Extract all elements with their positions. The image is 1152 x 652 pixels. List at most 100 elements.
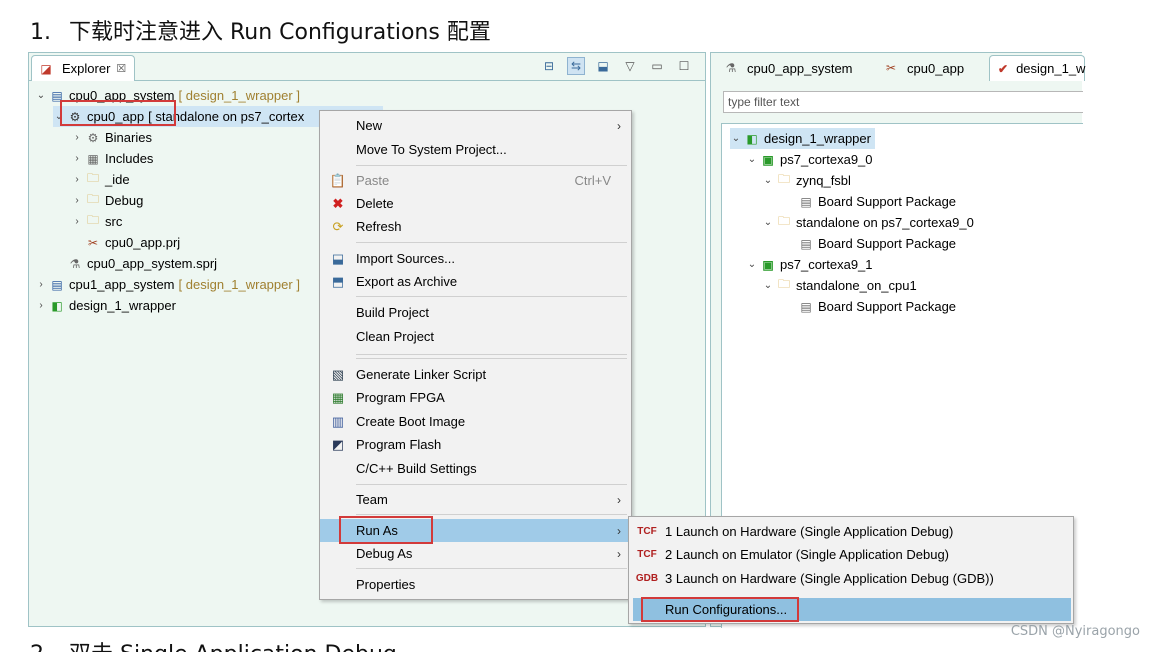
tree-item[interactable]: › ⚙ Binaries <box>71 127 152 148</box>
chevron-down-icon[interactable]: ⌄ <box>746 154 758 165</box>
folder-icon: 🗀 <box>86 213 99 227</box>
tree-item[interactable]: ▤ Board Support Package <box>796 296 956 317</box>
tree-item[interactable]: › ◧ design_1_wrapper <box>35 295 176 316</box>
menu-item-launch-hardware-gdb[interactable]: GDB 3 Launch on Hardware (Single Applica… <box>629 567 1073 590</box>
delete-icon: ✖ <box>332 195 344 211</box>
chevron-right-icon: › <box>617 492 621 507</box>
cpu-icon: ▣ <box>762 152 774 167</box>
chevron-down-icon[interactable]: ⌄ <box>730 133 742 144</box>
minimize-icon[interactable]: ▭ <box>648 57 666 75</box>
menu-item-paste[interactable]: 📋 Paste Ctrl+V <box>320 169 631 192</box>
menu-item-properties[interactable]: Properties <box>320 573 631 596</box>
tree-item[interactable]: › 🗀 src <box>71 211 122 232</box>
chevron-right-icon: › <box>617 546 621 561</box>
doc-icon: ▤ <box>800 299 812 314</box>
tree-item[interactable]: › 🗀 _ide <box>71 169 129 190</box>
folder-icon: 🗀 <box>777 214 790 228</box>
chevron-down-icon[interactable]: ⌄ <box>762 175 774 186</box>
boot-image-icon: ▥ <box>331 413 345 429</box>
tree-item[interactable]: ⌄ ▣ ps7_cortexa9_0 <box>746 149 873 170</box>
instruction-heading: 1. 下载时注意进入 Run Configurations 配置 <box>30 14 491 46</box>
watermark: CSDN @Nyiragongo <box>1010 624 1140 639</box>
chevron-right-icon[interactable]: › <box>71 174 83 185</box>
tcf-launch-icon: TCF <box>637 549 657 560</box>
menu-separator <box>356 514 627 515</box>
tree-item[interactable]: ▤ Board Support Package <box>796 233 956 254</box>
menu-item-export-archive[interactable]: ⬒ Export as Archive <box>320 270 631 293</box>
heading2-text: 双击 Single Application Debug <box>69 642 397 652</box>
tree-item[interactable]: ⚗ cpu0_app_system.sprj <box>65 253 217 274</box>
menu-separator <box>356 296 627 297</box>
tab-cpu0-app[interactable]: ✂ cpu0_app <box>875 55 985 81</box>
menu-item-clean-project[interactable]: Clean Project <box>320 325 631 348</box>
tab-explorer[interactable]: ◪ Explorer ☒ <box>31 55 135 81</box>
tree-item[interactable]: ▤ Board Support Package <box>796 191 956 212</box>
sprj-file-icon: ⚗ <box>69 256 81 271</box>
menu-item-build-settings[interactable]: C/C++ Build Settings <box>320 457 631 480</box>
chevron-right-icon[interactable]: › <box>71 153 83 164</box>
menu-item-build-project[interactable]: Build Project <box>320 301 631 324</box>
tab-cpu0-app-system[interactable]: ⚗ cpu0_app_system <box>715 55 865 81</box>
tree-item[interactable]: › ▤ cpu1_app_system [ design_1_wrapper ] <box>35 274 300 295</box>
import-icon[interactable]: ⬓ <box>594 57 612 75</box>
doc-icon: ▤ <box>800 194 812 209</box>
system-project-icon: ▤ <box>51 277 63 292</box>
menu-separator <box>356 484 627 485</box>
cpu-icon: ▣ <box>762 257 774 272</box>
explorer-tab-label: Explorer <box>62 61 111 76</box>
tree-item[interactable]: ⌄ 🗀 zynq_fsbl <box>762 170 851 191</box>
menu-item-launch-hardware[interactable]: TCF 1 Launch on Hardware (Single Applica… <box>629 520 1073 543</box>
binaries-icon: ⚙ <box>87 130 99 145</box>
menu-separator <box>356 242 627 243</box>
filter-input[interactable]: type filter text <box>723 91 1083 113</box>
explorer-icon: ◪ <box>40 61 52 76</box>
tree-item[interactable]: ⌄ 🗀 standalone_on_cpu1 <box>762 275 917 296</box>
chevron-right-icon: › <box>617 523 621 538</box>
fpga-icon: ▦ <box>331 389 345 405</box>
chevron-right-icon[interactable]: › <box>71 216 83 227</box>
chevron-down-icon[interactable]: ⌄ <box>746 259 758 270</box>
menu-item-create-boot-image[interactable]: ▥ Create Boot Image <box>320 410 631 433</box>
menu-item-debug-as[interactable]: Debug As › <box>320 542 631 565</box>
folder-icon: 🗀 <box>86 171 99 185</box>
platform-icon: ◧ <box>51 298 63 313</box>
refresh-icon: ⟳ <box>332 218 344 234</box>
menu-item-refresh[interactable]: ⟳ Refresh <box>320 215 631 238</box>
flash-icon: ◩ <box>331 436 345 452</box>
menu-item-move-to-system-project[interactable]: Move To System Project... <box>320 138 631 161</box>
highlight-cpu0-app <box>60 100 176 126</box>
tree-item[interactable]: ⌄ ◧ design_1_wrapper <box>730 128 875 149</box>
tree-item[interactable]: ✂ cpu0_app.prj <box>83 232 180 253</box>
menu-item-team[interactable]: Team › <box>320 488 631 511</box>
chevron-right-icon[interactable]: › <box>71 132 83 143</box>
menu-separator <box>356 165 627 166</box>
chevron-right-icon[interactable]: › <box>35 279 47 290</box>
menu-item-import-sources[interactable]: ⬓ Import Sources... <box>320 247 631 270</box>
tree-item[interactable]: ⌄ 🗀 standalone on ps7_cortexa9_0 <box>762 212 974 233</box>
tree-item[interactable]: › ▦ Includes <box>71 148 153 169</box>
chevron-down-icon[interactable]: ⌄ <box>762 280 774 291</box>
menu-separator <box>356 354 627 355</box>
menu-item-launch-emulator[interactable]: TCF 2 Launch on Emulator (Single Applica… <box>629 543 1073 566</box>
platform-icon: ◧ <box>746 131 758 146</box>
menu-item-generate-linker-script[interactable]: ▧ Generate Linker Script <box>320 363 631 386</box>
chevron-down-icon[interactable]: ⌄ <box>762 217 774 228</box>
close-icon[interactable]: ☒ <box>116 62 126 75</box>
chevron-right-icon[interactable]: › <box>71 195 83 206</box>
tree-item[interactable]: › 🗀 Debug <box>71 190 143 211</box>
maximize-icon[interactable]: ☐ <box>675 57 693 75</box>
menu-item-new[interactable]: New › <box>320 114 631 137</box>
collapse-all-icon[interactable]: ⊟ <box>540 57 558 75</box>
menu-separator <box>356 358 627 359</box>
chevron-right-icon[interactable]: › <box>35 300 47 311</box>
link-with-editor-icon[interactable]: ⇆ <box>567 57 585 75</box>
view-menu-icon[interactable]: ▽ <box>621 57 639 75</box>
import-icon: ⬓ <box>331 250 345 266</box>
menu-item-program-flash[interactable]: ◩ Program Flash <box>320 433 631 456</box>
menu-item-program-fpga[interactable]: ▦ Program FPGA <box>320 386 631 409</box>
tree-item[interactable]: ⌄ ▣ ps7_cortexa9_1 <box>746 254 873 275</box>
menu-item-delete[interactable]: ✖ Delete <box>320 192 631 215</box>
chevron-down-icon[interactable]: ⌄ <box>35 90 47 101</box>
tab-design-1-wrapper[interactable]: ✔ design_1_w <box>989 55 1085 81</box>
highlight-run-configurations <box>641 597 799 622</box>
